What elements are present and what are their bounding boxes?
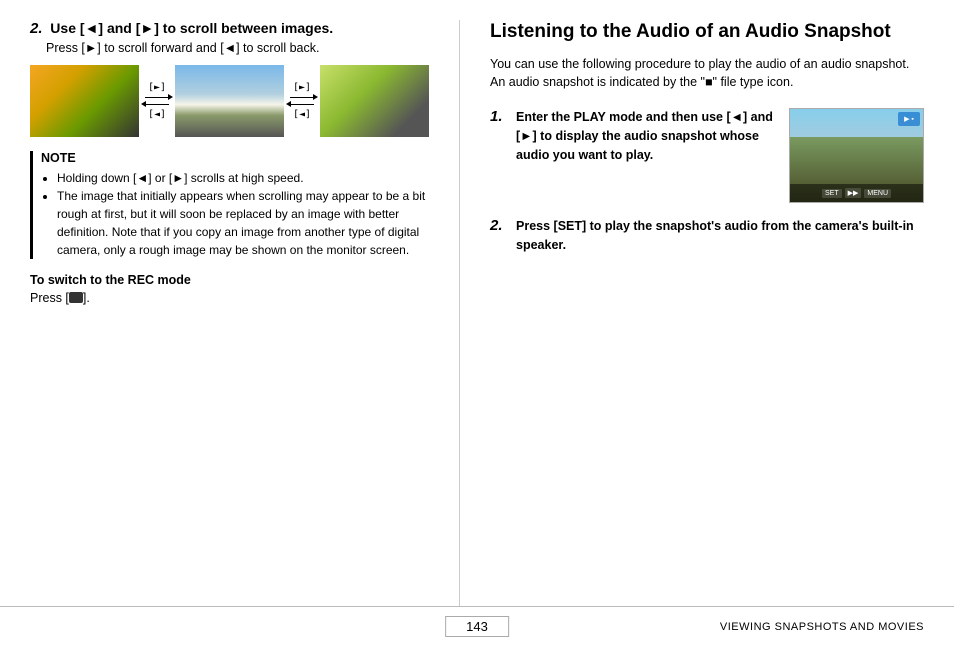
step2-number: 2. (30, 20, 43, 37)
rec-mode-text: Press []. (30, 291, 429, 305)
note-title: NOTE (41, 151, 429, 165)
step2-subtext: Press [►] to scroll forward and [◄] to s… (30, 41, 429, 55)
step2-right-row: 2. Press [SET] to play the snapshot's au… (490, 217, 924, 255)
page: 2. Use [◄] and [►] to scroll between ima… (0, 0, 954, 646)
image-overlay: SET ▶▶ MENU (790, 184, 923, 202)
content-area: 2. Use [◄] and [►] to scroll between ima… (0, 0, 954, 606)
note-item-1: Holding down [◄] or [►] scrolls at high … (57, 169, 429, 187)
overlay-btn2: ▶▶ (845, 188, 862, 198)
step1-content: Enter the PLAY mode and then use [◄] and… (516, 108, 779, 164)
scroll-arrows-left: [►] [◄] (145, 82, 169, 120)
step2-right-text: Press [SET] to play the snapshot's audio… (516, 217, 924, 255)
rec-mode-title: To switch to the REC mode (30, 273, 429, 287)
sunflower-image (30, 65, 139, 137)
note-box: NOTE Holding down [◄] or [►] scrolls at … (30, 151, 429, 259)
dragonfly-image (320, 65, 429, 137)
right-column: Listening to the Audio of an Audio Snaps… (460, 20, 954, 606)
image-scroll-demo: [►] [◄] [►] (30, 65, 429, 137)
overlay-menu-btn: MENU (864, 189, 891, 198)
back-bracket2: [◄] (293, 109, 311, 120)
mountain-image (175, 65, 284, 137)
step2-heading: Use [◄] and [►] to scroll between images… (50, 20, 333, 36)
overlay-set-btn: SET (822, 189, 842, 198)
forward-bracket2: [►] (293, 82, 311, 93)
forward-bracket: [►] (148, 82, 166, 93)
step2-header: 2. Use [◄] and [►] to scroll between ima… (30, 20, 429, 37)
left-column: 2. Use [◄] and [►] to scroll between ima… (0, 20, 460, 606)
step2-right-content: Press [SET] to play the snapshot's audio… (516, 217, 924, 255)
note-list: Holding down [◄] or [►] scrolls at high … (41, 169, 429, 259)
arrow-right-line2 (290, 97, 314, 98)
page-number: 143 (445, 616, 509, 637)
arrow-left-line2 (290, 104, 314, 105)
audio-snapshot-image: ▶ ▪ SET ▶▶ MENU (789, 108, 924, 203)
arrow-right-line (145, 97, 169, 98)
section-title: Listening to the Audio of an Audio Snaps… (490, 20, 924, 45)
scroll-arrows-right: [►] [◄] (290, 82, 314, 120)
step1-text: Enter the PLAY mode and then use [◄] and… (516, 108, 779, 164)
back-bracket: [◄] (148, 109, 166, 120)
step1-row: 1. Enter the PLAY mode and then use [◄] … (490, 108, 924, 203)
step1-number: 1. (490, 108, 506, 125)
footer: 143 VIEWING SNAPSHOTS AND MOVIES (0, 606, 954, 646)
camera-icon (69, 292, 83, 303)
section-intro: You can use the following procedure to p… (490, 55, 924, 93)
step2-right-number: 2. (490, 217, 506, 234)
footer-right-text: VIEWING SNAPSHOTS AND MOVIES (720, 621, 924, 633)
rec-mode-section: To switch to the REC mode Press []. (30, 273, 429, 305)
audio-icon: ▶ ▪ (898, 112, 920, 126)
note-item-2: The image that initially appears when sc… (57, 187, 429, 259)
arrow-left-line (145, 104, 169, 105)
